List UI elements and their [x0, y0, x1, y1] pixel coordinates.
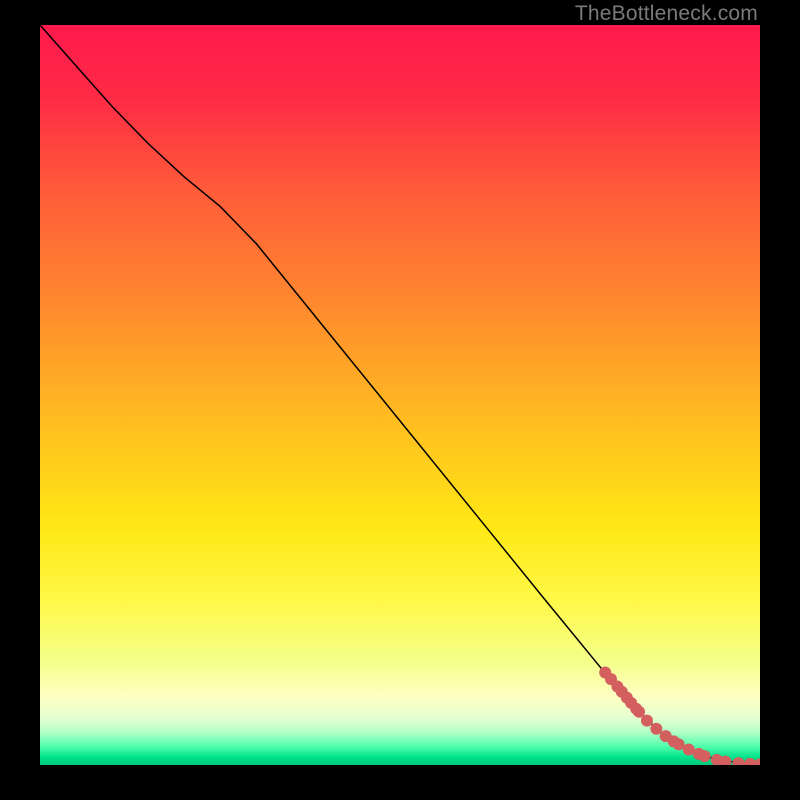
data-point: [641, 715, 653, 727]
bottleneck-chart: [40, 25, 760, 765]
watermark-text: TheBottleneck.com: [575, 2, 758, 26]
plot-background: [40, 25, 760, 765]
data-point: [699, 750, 711, 762]
data-point: [650, 723, 662, 735]
chart-stage: TheBottleneck.com: [0, 0, 800, 800]
